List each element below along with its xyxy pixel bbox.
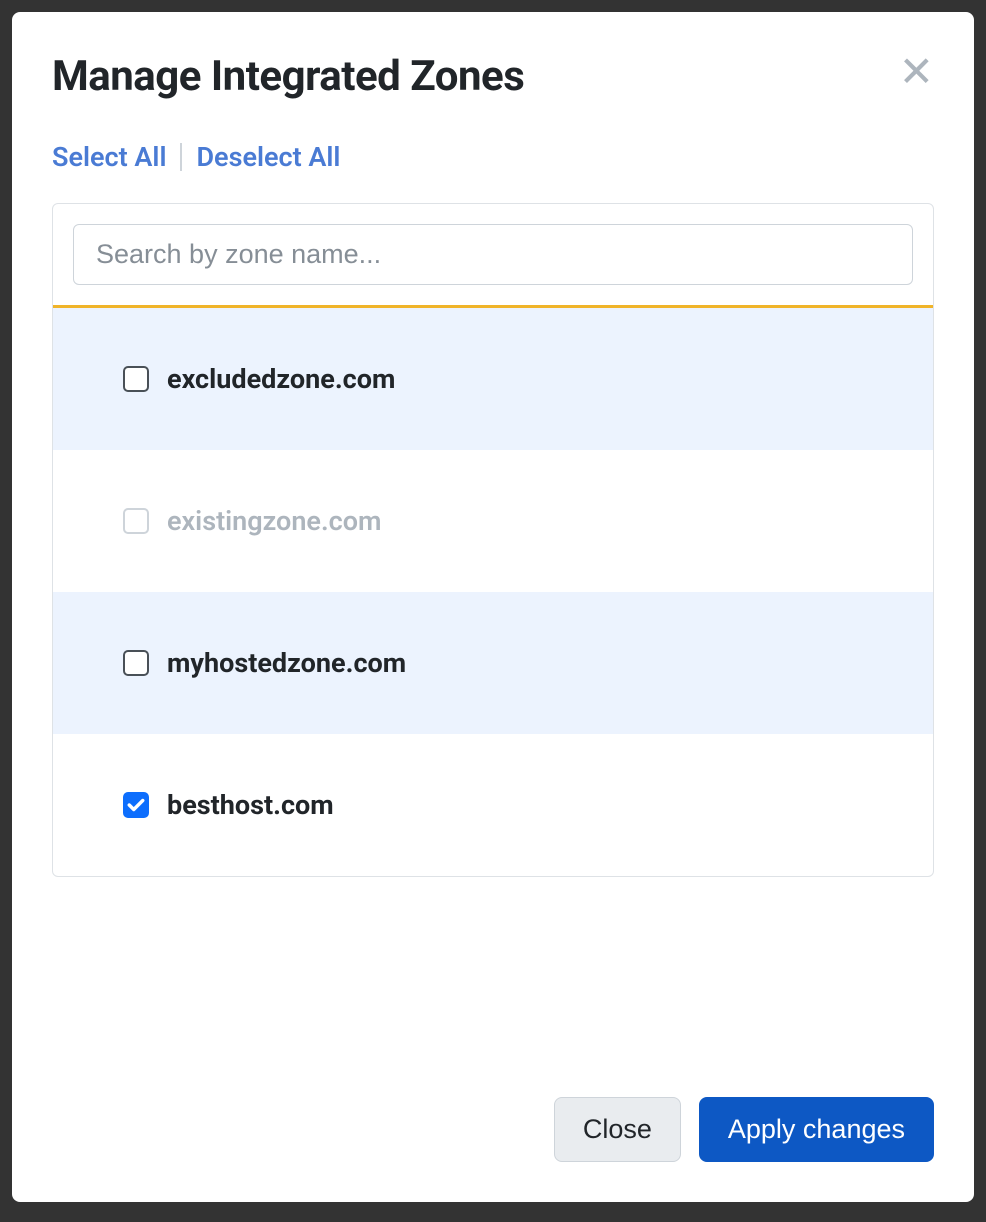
zone-item[interactable]: myhostedzone.com <box>53 592 933 734</box>
zone-checkbox[interactable] <box>123 792 149 818</box>
close-button[interactable]: Close <box>554 1097 681 1162</box>
zone-name-label: excludedzone.com <box>167 363 395 395</box>
modal-footer: Close Apply changes <box>52 1057 934 1162</box>
zone-list: excludedzone.com existingzone.com myhost… <box>53 308 933 876</box>
zone-name-label: myhostedzone.com <box>167 647 406 679</box>
apply-changes-button[interactable]: Apply changes <box>699 1097 934 1162</box>
zone-selection-box: excludedzone.com existingzone.com myhost… <box>52 203 934 877</box>
zone-item[interactable]: excludedzone.com <box>53 308 933 450</box>
zone-checkbox[interactable] <box>123 650 149 676</box>
manage-zones-modal: Manage Integrated Zones ✕ Select All Des… <box>12 12 974 1202</box>
zone-item[interactable]: besthost.com <box>53 734 933 876</box>
link-divider <box>180 143 182 171</box>
search-wrapper <box>53 204 933 308</box>
modal-title: Manage Integrated Zones <box>52 52 524 101</box>
deselect-all-link[interactable]: Deselect All <box>196 141 340 173</box>
zone-checkbox <box>123 508 149 534</box>
select-all-link[interactable]: Select All <box>52 141 166 173</box>
modal-header: Manage Integrated Zones ✕ <box>52 52 934 101</box>
close-icon[interactable]: ✕ <box>899 52 934 94</box>
zone-search-input[interactable] <box>73 224 913 285</box>
zone-name-label: besthost.com <box>167 789 334 821</box>
zone-checkbox[interactable] <box>123 366 149 392</box>
zone-name-label: existingzone.com <box>167 505 381 537</box>
selection-links: Select All Deselect All <box>52 141 934 173</box>
zone-item: existingzone.com <box>53 450 933 592</box>
